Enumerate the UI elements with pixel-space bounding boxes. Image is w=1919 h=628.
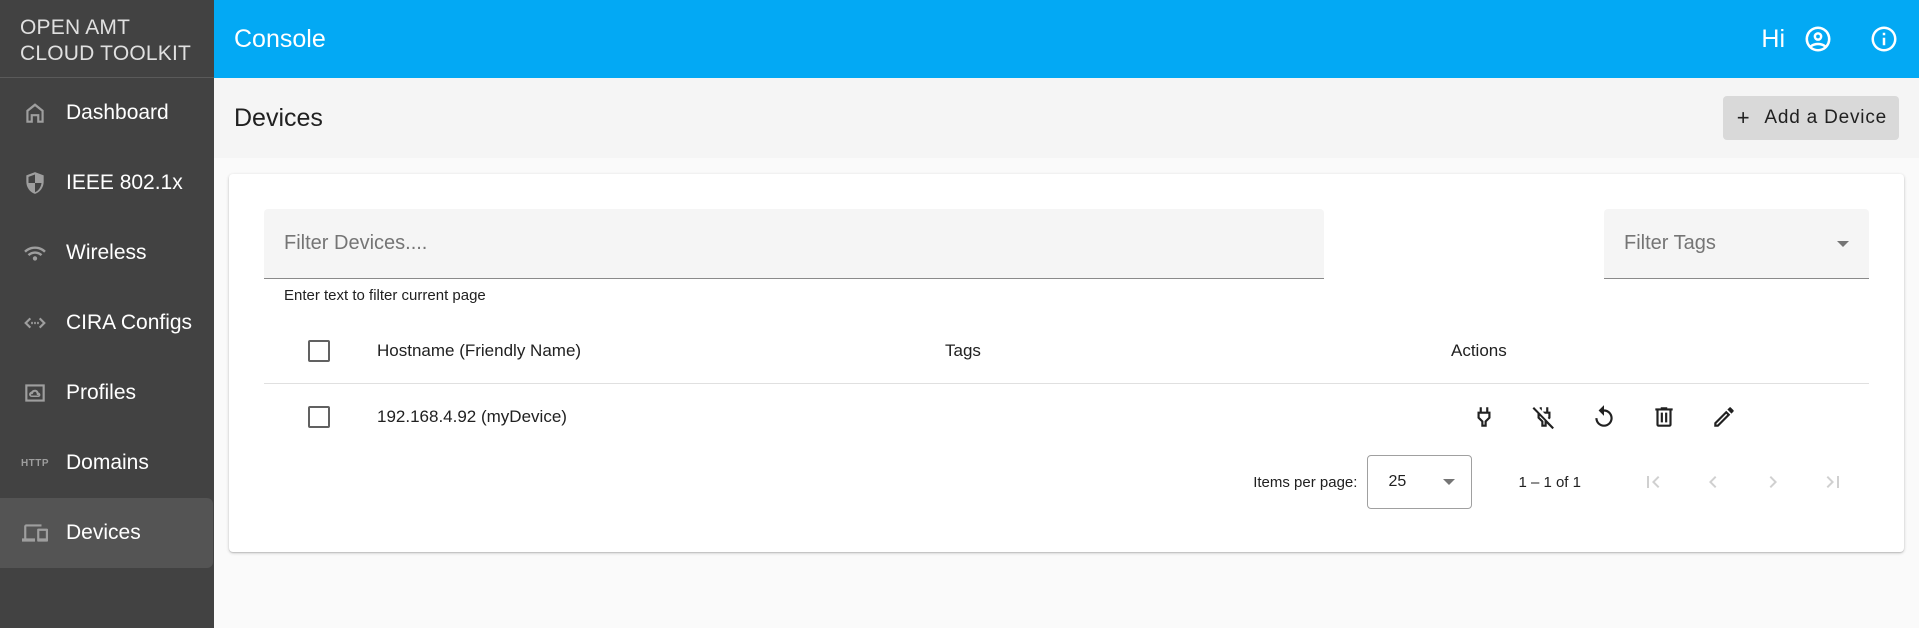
code-arrows-icon xyxy=(22,310,48,336)
sidebar-item-label: Dashboard xyxy=(66,101,169,124)
actions-cell xyxy=(1451,404,1869,430)
power-plug-off-icon[interactable] xyxy=(1531,404,1557,430)
sidebar-item-label: Wireless xyxy=(66,241,147,264)
items-per-page-select[interactable]: 25 xyxy=(1367,455,1473,509)
brand-line-2: CLOUD TOOLKIT xyxy=(20,42,192,65)
app-root: OPEN AMT CLOUD TOOLKIT Dashboard IEEE 80… xyxy=(0,0,1919,628)
add-device-button[interactable]: + Add a Device xyxy=(1722,96,1899,140)
header-checkbox-cell xyxy=(264,339,377,362)
next-page-button[interactable] xyxy=(1761,470,1785,494)
brand-line-1: OPEN AMT xyxy=(20,16,131,39)
cloud-profile-icon xyxy=(22,380,48,406)
filter-tags-select[interactable]: Filter Tags xyxy=(1604,209,1869,279)
account-circle-icon[interactable] xyxy=(1803,24,1833,54)
previous-page-button[interactable] xyxy=(1701,470,1725,494)
power-plug-icon[interactable] xyxy=(1471,404,1497,430)
column-tags: Tags xyxy=(945,340,981,360)
content-area: Enter text to filter current page Filter… xyxy=(214,158,1919,552)
home-icon xyxy=(22,100,48,126)
sidebar-item-dashboard[interactable]: Dashboard xyxy=(0,78,213,148)
filter-devices-group: Enter text to filter current page xyxy=(264,209,1324,304)
sidebar-item-wireless[interactable]: Wireless xyxy=(0,218,213,288)
chevron-right-icon xyxy=(1769,476,1777,488)
sidebar: OPEN AMT CLOUD TOOLKIT Dashboard IEEE 80… xyxy=(0,0,214,628)
sidebar-item-devices[interactable]: Devices xyxy=(0,498,213,568)
table-header: Hostname (Friendly Name) Tags Actions xyxy=(264,318,1869,384)
last-page-icon xyxy=(1826,476,1839,488)
sidebar-item-ieee[interactable]: IEEE 802.1x xyxy=(0,148,213,218)
sidebar-item-label: Devices xyxy=(66,521,141,544)
sidebar-nav: Dashboard IEEE 802.1x Wireless CIRA Conf… xyxy=(0,78,214,568)
sidebar-item-profiles[interactable]: Profiles xyxy=(0,358,213,428)
sidebar-item-label: CIRA Configs xyxy=(66,311,193,334)
sidebar-item-cira-configs[interactable]: CIRA Configs xyxy=(0,288,213,358)
devices-table: Hostname (Friendly Name) Tags Actions 19… xyxy=(264,318,1869,450)
info-icon[interactable] xyxy=(1869,24,1899,54)
greeting-text: Hi xyxy=(1761,24,1785,53)
hostname-cell: 192.168.4.92 (myDevice) xyxy=(377,407,567,426)
add-device-label: Add a Device xyxy=(1764,107,1887,128)
column-hostname: Hostname (Friendly Name) xyxy=(377,340,582,360)
filter-devices-hint: Enter text to filter current page xyxy=(284,287,486,304)
page-title: Devices xyxy=(234,103,323,132)
page-header: Devices + Add a Device xyxy=(214,78,1919,158)
plus-icon: + xyxy=(1736,105,1751,130)
filter-devices-field[interactable] xyxy=(264,209,1324,279)
main-area: Console Hi Devices + Add a Device Filter… xyxy=(214,0,1919,628)
table-row[interactable]: 192.168.4.92 (myDevice) xyxy=(264,384,1869,450)
row-checkbox-cell xyxy=(264,406,377,428)
restart-icon[interactable] xyxy=(1591,404,1617,430)
devices-card: Enter text to filter current page Filter… xyxy=(229,174,1904,552)
chevron-down-icon xyxy=(1443,479,1456,485)
column-actions: Actions xyxy=(1451,340,1507,360)
brand-logo: OPEN AMT CLOUD TOOLKIT xyxy=(0,0,214,78)
chevron-left-icon xyxy=(1709,476,1717,488)
row-checkbox[interactable] xyxy=(308,406,330,428)
page-range-label: 1 – 1 of 1 xyxy=(1518,473,1581,491)
sidebar-item-label: Domains xyxy=(66,451,149,474)
shield-icon xyxy=(22,170,48,196)
filter-row: Enter text to filter current page Filter… xyxy=(264,209,1869,304)
first-page-icon xyxy=(1647,476,1660,488)
devices-icon xyxy=(22,520,48,546)
items-per-page-label: Items per page: xyxy=(1253,473,1358,491)
select-all-checkbox[interactable] xyxy=(308,339,330,362)
wifi-icon xyxy=(22,240,48,266)
last-page-button[interactable] xyxy=(1821,470,1845,494)
http-icon: HTTP xyxy=(20,457,50,469)
delete-icon[interactable] xyxy=(1651,404,1677,430)
filter-tags-label: Filter Tags xyxy=(1624,232,1716,254)
sidebar-item-label: Profiles xyxy=(66,381,137,404)
paginator: Items per page: 25 1 – 1 of 1 xyxy=(264,450,1869,514)
sidebar-item-label: IEEE 802.1x xyxy=(66,171,183,194)
app-title: Console xyxy=(234,24,326,53)
items-per-page-value: 25 xyxy=(1388,473,1407,490)
chevron-down-icon xyxy=(1837,240,1849,247)
filter-devices-input[interactable] xyxy=(284,232,1324,255)
edit-icon[interactable] xyxy=(1711,404,1737,430)
first-page-button[interactable] xyxy=(1641,470,1665,494)
top-bar: Console Hi xyxy=(214,0,1919,78)
sidebar-item-domains[interactable]: HTTP Domains xyxy=(0,428,213,498)
